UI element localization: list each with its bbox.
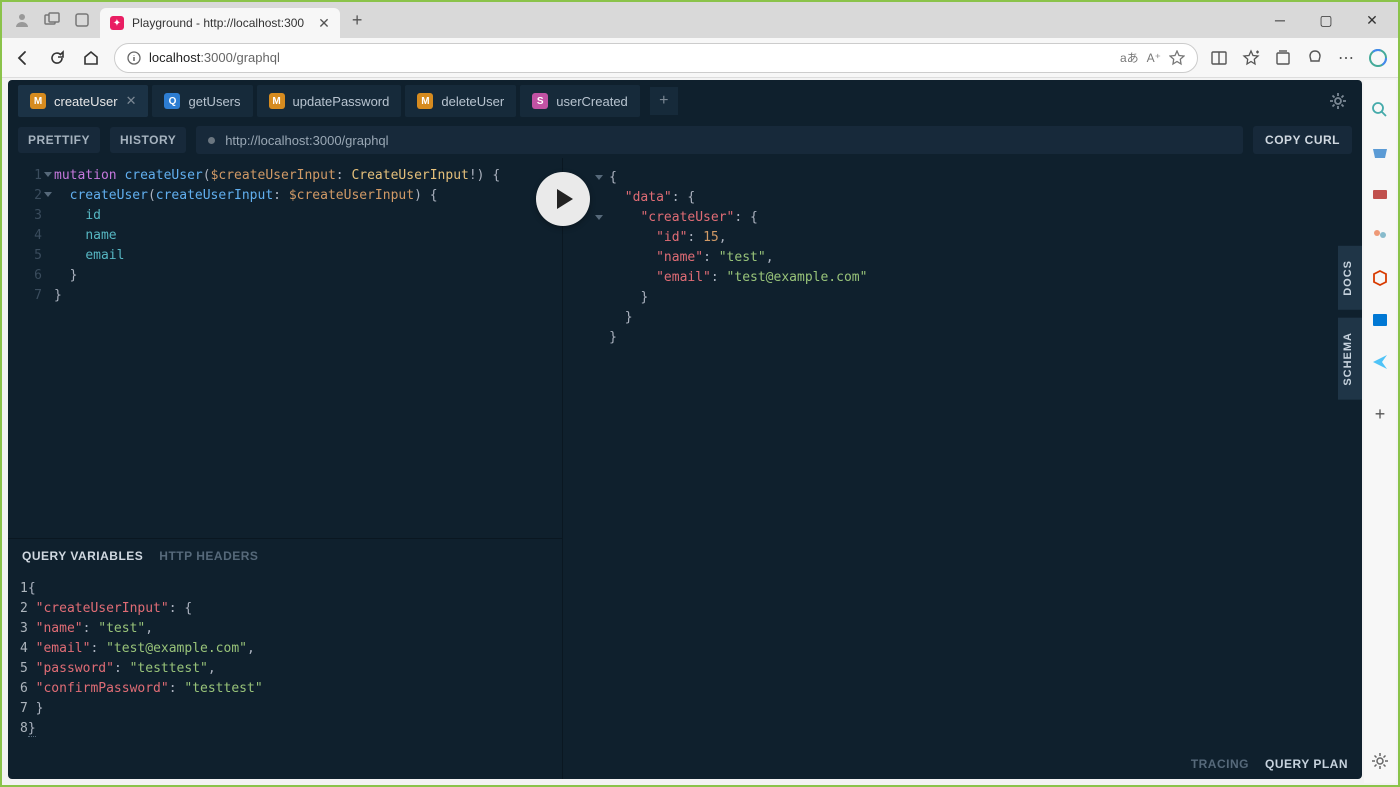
endpoint-url: http://localhost:3000/graphql: [225, 133, 388, 148]
playground-toolbar: PRETTIFY HISTORY http://localhost:3000/g…: [8, 122, 1362, 158]
operation-tab-getusers[interactable]: Q getUsers: [152, 85, 252, 117]
mutation-badge-icon: M: [269, 93, 285, 109]
workspaces-icon[interactable]: [44, 12, 60, 28]
favorite-icon[interactable]: [1169, 50, 1185, 66]
maximize-icon[interactable]: ▢: [1312, 12, 1340, 29]
more-icon[interactable]: ⋯: [1338, 48, 1354, 68]
copy-curl-button[interactable]: COPY CURL: [1253, 126, 1352, 154]
operation-tab-label: getUsers: [188, 94, 240, 109]
query-variables-tab[interactable]: QUERY VARIABLES: [22, 549, 143, 563]
query-badge-icon: Q: [164, 93, 180, 109]
add-sidebar-icon[interactable]: +: [1370, 404, 1390, 424]
operation-tab-bar: M createUser ✕ Q getUsers M updatePasswo…: [8, 80, 1362, 122]
endpoint-status-icon: [208, 137, 215, 144]
browser-tab-active[interactable]: ✦ Playground - http://localhost:300 ✕: [100, 8, 340, 38]
mutation-badge-icon: M: [417, 93, 433, 109]
operation-tab-label: deleteUser: [441, 94, 504, 109]
refresh-icon[interactable]: [46, 47, 68, 69]
back-icon[interactable]: [12, 47, 34, 69]
operation-tab-deleteuser[interactable]: M deleteUser: [405, 85, 516, 117]
translate-icon[interactable]: aあ: [1120, 49, 1139, 66]
close-tab-icon[interactable]: ✕: [126, 93, 137, 109]
graphql-playground: M createUser ✕ Q getUsers M updatePasswo…: [8, 80, 1362, 779]
edge-sidebar: +: [1364, 80, 1396, 783]
site-info-icon[interactable]: [127, 51, 141, 65]
docs-side-tab[interactable]: DOCS: [1338, 246, 1362, 310]
http-headers-tab[interactable]: HTTP HEADERS: [159, 549, 258, 563]
variables-panel: QUERY VARIABLES HTTP HEADERS 1{ 2 "creat…: [8, 538, 562, 779]
games-icon[interactable]: [1370, 226, 1390, 246]
profile-icon[interactable]: [14, 12, 30, 28]
subscription-badge-icon: S: [532, 93, 548, 109]
play-icon: [557, 189, 573, 209]
operation-tab-label: createUser: [54, 94, 118, 109]
query-plan-tab[interactable]: QUERY PLAN: [1265, 757, 1348, 771]
reading-icon[interactable]: A⁺: [1147, 51, 1161, 65]
m365-icon[interactable]: [1370, 268, 1390, 288]
address-bar-url: localhost:3000/graphql: [149, 50, 280, 65]
tools-icon[interactable]: [1370, 184, 1390, 204]
send-icon[interactable]: [1370, 352, 1390, 372]
outlook-icon[interactable]: [1370, 310, 1390, 330]
operation-tab-createuser[interactable]: M createUser ✕: [18, 85, 148, 117]
minimize-icon[interactable]: ─: [1266, 12, 1294, 29]
home-icon[interactable]: [80, 47, 102, 69]
browser-toolbar: localhost:3000/graphql aあ A⁺ ⋯: [2, 38, 1398, 78]
favorites-icon[interactable]: [1242, 49, 1260, 67]
tab-actions-icon[interactable]: [74, 12, 90, 28]
browser-essentials-icon[interactable]: [1306, 49, 1324, 67]
add-operation-tab-button[interactable]: +: [650, 87, 678, 115]
response-viewer[interactable]: { "data": { "createUser": { "id": 15, "n…: [563, 158, 1362, 358]
prettify-button[interactable]: PRETTIFY: [18, 127, 100, 153]
execute-button[interactable]: [536, 172, 590, 226]
browser-tab-title: Playground - http://localhost:300: [132, 16, 304, 30]
operation-tab-label: updatePassword: [293, 94, 390, 109]
close-tab-icon[interactable]: ✕: [318, 15, 330, 32]
operation-tab-updatepassword[interactable]: M updatePassword: [257, 85, 402, 117]
search-sidebar-icon[interactable]: [1370, 100, 1390, 120]
playground-footer: TRACING QUERY PLAN: [1191, 757, 1348, 771]
mutation-badge-icon: M: [30, 93, 46, 109]
favicon-icon: ✦: [110, 16, 124, 30]
operation-tab-label: userCreated: [556, 94, 628, 109]
schema-side-tab[interactable]: SCHEMA: [1338, 318, 1362, 400]
endpoint-input[interactable]: http://localhost:3000/graphql: [196, 126, 1243, 154]
variables-editor[interactable]: 1{ 2 "createUserInput": { 3 "name": "tes…: [8, 573, 562, 779]
split-screen-icon[interactable]: [1210, 49, 1228, 67]
tracing-tab[interactable]: TRACING: [1191, 757, 1249, 771]
shopping-icon[interactable]: [1370, 142, 1390, 162]
operation-tab-usercreated[interactable]: S userCreated: [520, 85, 640, 117]
address-bar[interactable]: localhost:3000/graphql aあ A⁺: [114, 43, 1198, 73]
settings-icon[interactable]: [1328, 91, 1348, 111]
settings-sidebar-icon[interactable]: [1370, 751, 1390, 771]
query-editor[interactable]: 1mutation createUser($createUserInput: C…: [8, 158, 562, 538]
history-button[interactable]: HISTORY: [110, 127, 186, 153]
browser-titlebar: ✦ Playground - http://localhost:300 ✕ + …: [2, 2, 1398, 38]
new-tab-button[interactable]: +: [352, 10, 363, 31]
copilot-icon[interactable]: [1368, 48, 1388, 68]
close-window-icon[interactable]: ✕: [1358, 12, 1386, 29]
collections-icon[interactable]: [1274, 49, 1292, 67]
